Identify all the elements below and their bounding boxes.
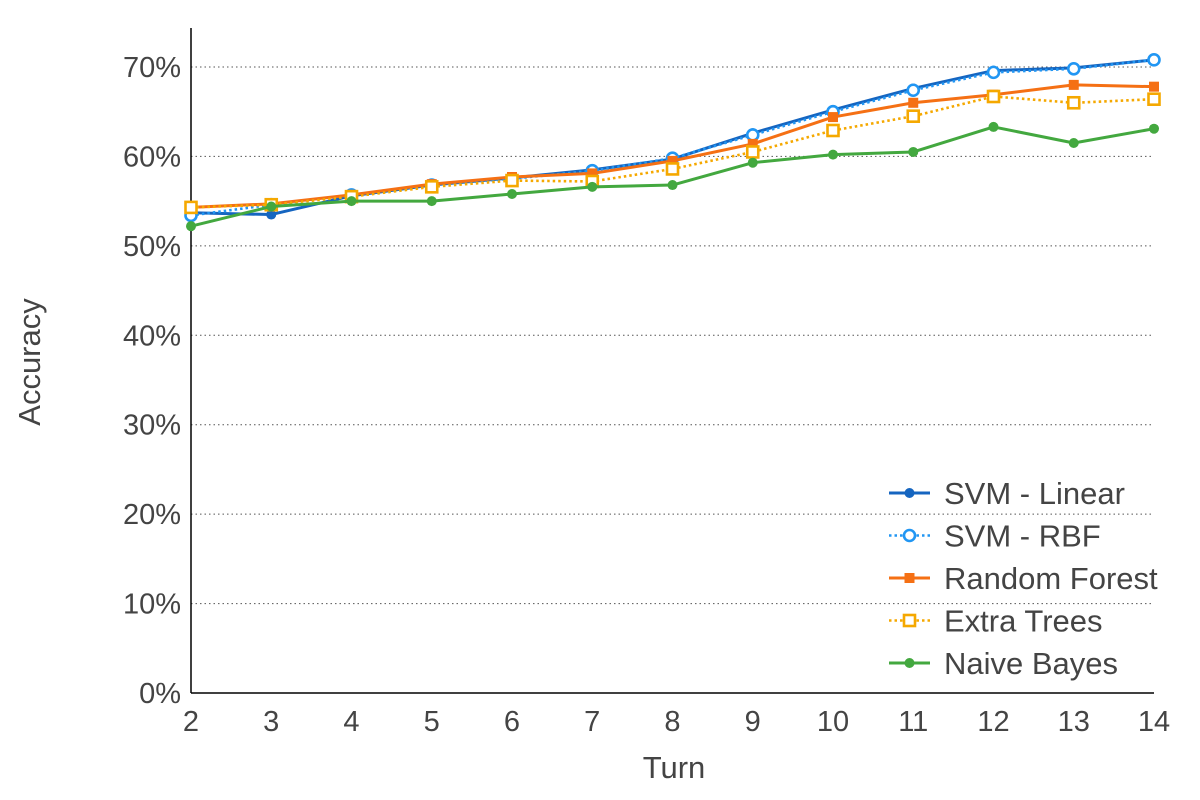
data-point: [986, 65, 1001, 80]
data-point: [424, 180, 439, 194]
x-tick-label: 6: [504, 706, 520, 738]
series-line: [190, 58, 1155, 217]
data-point: [986, 89, 1001, 104]
series-random-forest: [186, 79, 1159, 213]
x-tick-label: 12: [977, 706, 1009, 738]
series-line: [190, 125, 1155, 228]
y-tick-label: 10%: [123, 589, 181, 621]
data-point: [1066, 95, 1081, 110]
x-tick-label: 13: [1058, 706, 1090, 738]
data-point: [1068, 138, 1079, 149]
y-tick-label: 50%: [123, 231, 181, 263]
data-point: [667, 180, 678, 191]
data-point: [988, 121, 999, 132]
legend-label: SVM - RBF: [944, 519, 1101, 554]
x-tick-label: 7: [584, 706, 600, 738]
y-tick-label: 20%: [123, 499, 181, 531]
legend-item: SVM - Linear: [889, 476, 1125, 511]
legend-label: Naive Bayes: [944, 646, 1118, 681]
data-point: [1147, 53, 1161, 67]
x-tick-label: 5: [424, 706, 440, 738]
data-point: [828, 149, 838, 160]
legend-item: Random Forest: [889, 561, 1158, 596]
data-point: [828, 112, 838, 123]
y-tick-label: 60%: [123, 141, 181, 173]
data-point: [1068, 79, 1079, 90]
data-point: [186, 221, 196, 232]
legend-swatch-marker: [902, 613, 917, 628]
series-line: [190, 58, 1155, 217]
legend-swatch-marker: [904, 573, 915, 583]
series-naive-bayes: [186, 121, 1159, 232]
series-svm-linear: [186, 54, 1159, 220]
legend-item: Naive Bayes: [889, 646, 1118, 681]
x-axis-title: Turn: [643, 750, 706, 785]
data-point: [1149, 81, 1159, 92]
data-point: [426, 196, 437, 207]
y-tick-label: 0%: [139, 678, 181, 710]
data-point: [908, 97, 919, 108]
x-tick-label: 9: [745, 706, 761, 738]
legend-swatch-marker: [902, 528, 917, 543]
y-axis-ticks: 0% 10% 20% 30% 40% 50% 60% 70%: [123, 52, 181, 710]
x-tick-label: 10: [817, 706, 849, 738]
data-point: [908, 146, 919, 157]
legend-item: Extra Trees: [889, 604, 1103, 639]
data-point: [906, 83, 921, 98]
x-tick-label: 4: [343, 706, 359, 738]
x-tick-label: 11: [898, 706, 928, 738]
data-point: [826, 123, 840, 138]
y-axis-title: Accuracy: [12, 298, 47, 426]
legend-item: SVM - RBF: [889, 519, 1101, 554]
data-point: [1066, 61, 1081, 76]
y-tick-label: 40%: [123, 320, 181, 352]
series-group: [184, 53, 1161, 232]
data-point: [745, 145, 760, 159]
x-tick-label: 2: [183, 706, 199, 738]
data-point: [505, 173, 519, 188]
y-tick-label: 30%: [123, 410, 181, 442]
legend: SVM - Linear SVM - RBF Random Forest Extra …: [889, 476, 1158, 681]
data-point: [1149, 123, 1159, 134]
data-point: [906, 109, 921, 123]
y-tick-label: 70%: [123, 52, 181, 84]
data-point: [346, 196, 357, 207]
data-point: [507, 188, 517, 199]
legend-label: Extra Trees: [944, 604, 1103, 639]
data-point: [665, 162, 680, 176]
data-point: [747, 157, 758, 168]
x-tick-label: 14: [1138, 706, 1170, 738]
legend-label: SVM - Linear: [944, 476, 1125, 511]
data-point: [266, 201, 277, 212]
x-axis-ticks: 2 3 4 5 6 7 8 9 10 11 12 13 14: [183, 706, 1170, 738]
legend-swatch-marker: [904, 658, 915, 668]
line-chart: 0% 10% 20% 30% 40% 50% 60% 70% 2 3 4 5 6 7 8 9 10 11 12 13…: [12, 28, 1170, 785]
x-tick-label: 8: [664, 706, 680, 738]
data-point: [1147, 92, 1161, 106]
legend-label: Random Forest: [944, 561, 1158, 596]
legend-swatch-marker: [904, 488, 915, 498]
data-point: [587, 181, 598, 192]
data-point: [184, 200, 198, 215]
x-tick-label: 3: [263, 706, 279, 738]
data-point: [745, 128, 760, 142]
